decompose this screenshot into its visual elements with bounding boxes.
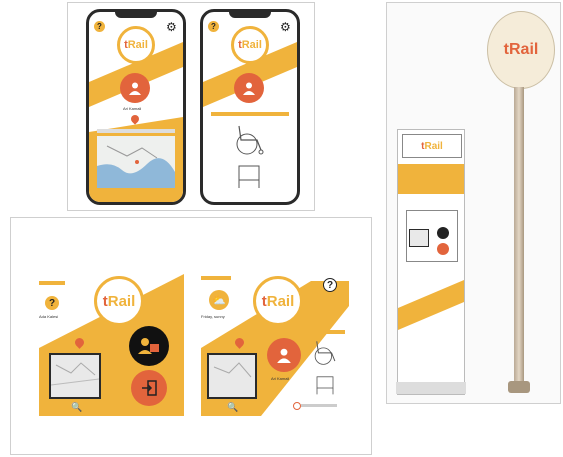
kiosk-body: tRail [396,129,466,395]
login-lock-button[interactable] [129,326,169,366]
location-label: Ada Kalesi [39,314,59,319]
kiosk-header: tRail [402,134,462,158]
weather-label: Friday, sunny [201,314,225,319]
trail-logo: tRail [253,276,303,326]
help-icon[interactable]: ? [323,278,337,292]
kiosk-screen[interactable] [406,210,458,262]
phone-left: ? ⚙ tRail Ari Kamali [86,9,186,205]
weather-icon: ⛅ [209,290,229,310]
gear-icon[interactable]: ⚙ [166,20,177,34]
trail-map[interactable] [97,136,175,188]
phones-panel: ? ⚙ tRail Ari Kamali ? ⚙ tRail [67,2,315,211]
kiosk-diagonal-band [398,280,464,330]
user-avatar-button[interactable] [234,73,264,103]
trail-map[interactable] [49,353,101,399]
user-name-label: Ari Kamali [271,376,290,381]
exit-icon [142,380,157,396]
kiosk-map [409,229,429,247]
trail-logo: tRail [94,276,144,326]
user-name-label: Ari Kamali [123,106,142,111]
trail-map[interactable] [207,353,257,399]
user-avatar-button[interactable] [120,73,150,103]
lock-user-icon [138,338,159,354]
kiosk-pole [514,87,524,387]
kiosk-exit-icon [437,243,449,255]
trail-logo: tRail [231,26,269,64]
trail-logo: tRail [117,26,155,64]
header-tag [201,276,231,280]
accessibility-bar [305,330,345,334]
gear-icon[interactable]: ⚙ [280,20,291,34]
location-bar [211,112,289,116]
alert-icon [293,402,301,410]
kiosk-yellow-block [398,164,464,194]
kiosk-panel: tRail tRail [386,2,561,404]
tablets-panel: ? Ada Kalesi tRail 🔍 ⛅ Friday, sunny tRa… [10,217,372,455]
kiosk-pole-base [508,381,530,393]
wheelchair-front-icon[interactable] [313,372,337,396]
header-tag [39,281,65,285]
tablet-right: ⛅ Friday, sunny tRail ? 🔍 Ari Kamali [201,266,349,416]
exit-button[interactable] [131,370,167,406]
wheelchair-front-icon[interactable] [235,160,263,190]
kiosk-login-icon [437,227,449,239]
zoom-icon[interactable]: 🔍 [227,402,238,413]
user-icon [277,348,291,363]
phone-right: ? ⚙ tRail [200,9,300,205]
alert-text-bar [301,404,337,407]
wheelchair-icon[interactable] [309,338,341,366]
location-bar [97,129,175,133]
kiosk-sign: tRail [487,11,555,89]
kiosk-base [396,382,466,394]
tablet-left: ? Ada Kalesi tRail 🔍 [39,266,184,416]
user-avatar-button[interactable] [267,338,301,372]
help-icon[interactable]: ? [45,296,59,310]
user-icon [129,82,141,95]
user-icon [243,82,255,95]
zoom-icon[interactable]: 🔍 [71,402,82,413]
help-icon[interactable]: ? [208,21,219,32]
wheelchair-icon[interactable] [231,122,267,156]
help-icon[interactable]: ? [94,21,105,32]
